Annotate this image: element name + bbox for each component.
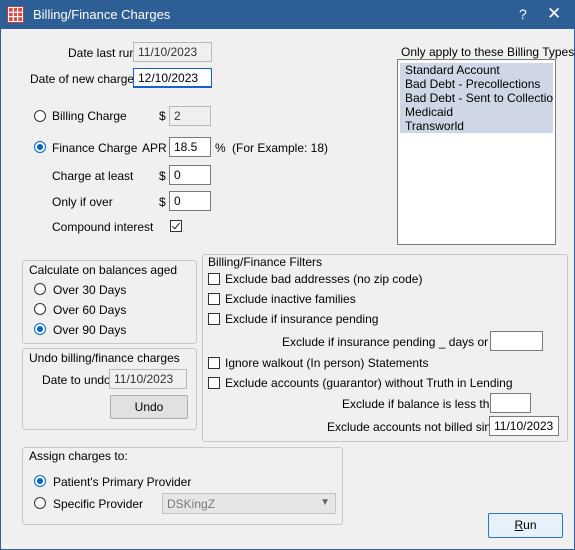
date-new-charges-label: Date of new charges — [30, 72, 141, 86]
only-if-over-label: Only if over — [52, 195, 113, 209]
exclude-not-billed-label: Exclude accounts not billed since — [327, 420, 504, 434]
run-button-label: un — [523, 518, 537, 532]
close-button[interactable]: ✕ — [547, 4, 561, 24]
aged-group-title: Calculate on balances aged — [29, 263, 178, 277]
over-90-days-label: Over 90 Days — [53, 323, 127, 337]
percent-label: % — [215, 141, 226, 155]
only-if-over-currency: $ — [159, 195, 166, 209]
apr-input[interactable]: 18.5 — [169, 137, 211, 157]
billing-charge-label: Billing Charge — [52, 109, 127, 123]
charge-at-least-currency: $ — [159, 169, 166, 183]
app-grid-icon — [7, 6, 24, 23]
chevron-down-icon: ▼ — [320, 497, 330, 508]
exclude-bad-addresses-label: Exclude bad addresses (no zip code) — [225, 272, 423, 286]
billing-type-item[interactable]: Medicaid — [400, 105, 553, 119]
exclude-inactive-checkbox[interactable] — [208, 293, 220, 305]
billing-type-item[interactable]: Transworld — [400, 119, 553, 133]
over-30-days-radio[interactable] — [34, 283, 46, 295]
exclude-not-billed-input[interactable]: 11/10/2023 — [489, 416, 559, 436]
charge-at-least-label: Charge at least — [52, 169, 134, 183]
billing-types-list[interactable]: Standard Account Bad Debt - Precollectio… — [397, 59, 556, 245]
title-bar: Billing/Finance Charges ? ✕ — [1, 1, 574, 29]
billing-type-item[interactable]: Bad Debt - Precollections — [400, 77, 553, 91]
exclude-no-til-label: Exclude accounts (guarantor) without Tru… — [225, 376, 513, 390]
finance-charge-radio[interactable] — [34, 141, 46, 153]
exclude-bad-addresses-checkbox[interactable] — [208, 273, 220, 285]
window-title: Billing/Finance Charges — [33, 7, 171, 22]
compound-interest-label: Compound interest — [52, 220, 154, 234]
run-button-accelerator: R — [514, 518, 524, 532]
billing-charge-amount: 2 — [169, 106, 211, 126]
provider-select-value: DSKingZ — [167, 497, 216, 511]
apr-label: APR — [142, 141, 167, 155]
over-60-days-label: Over 60 Days — [53, 303, 127, 317]
billing-finance-window: Billing/Finance Charges ? ✕ Date last ru… — [0, 0, 575, 550]
primary-provider-radio[interactable] — [34, 475, 46, 487]
over-90-days-radio[interactable] — [34, 323, 46, 335]
assign-group-title: Assign charges to: — [29, 449, 128, 463]
provider-select: DSKingZ ▼ — [162, 493, 336, 514]
billing-charge-radio[interactable] — [34, 110, 46, 122]
date-last-run-label: Date last run — [68, 46, 137, 60]
exclude-no-til-checkbox[interactable] — [208, 377, 220, 389]
over-30-days-label: Over 30 Days — [53, 283, 127, 297]
date-to-undo-label: Date to undo — [42, 373, 111, 387]
help-button[interactable]: ? — [519, 6, 527, 22]
date-new-charges-input[interactable]: 12/10/2023 — [133, 68, 212, 88]
over-60-days-radio[interactable] — [34, 303, 46, 315]
billing-type-item[interactable]: Bad Debt - Sent to Collections — [400, 91, 553, 105]
date-to-undo-field: 11/10/2023 — [109, 369, 187, 389]
charge-at-least-input[interactable]: 0 — [169, 165, 211, 185]
apr-example-label: (For Example: 18) — [232, 141, 329, 155]
filters-group-title: Billing/Finance Filters — [208, 255, 323, 269]
exclude-inactive-label: Exclude inactive families — [225, 292, 356, 306]
billing-type-item[interactable]: Standard Account — [400, 63, 553, 77]
undo-group-title: Undo billing/finance charges — [29, 351, 180, 365]
primary-provider-label: Patient's Primary Provider — [53, 475, 192, 489]
only-if-over-input[interactable]: 0 — [169, 191, 211, 211]
billing-types-label: Only apply to these Billing Types — [401, 45, 575, 59]
exclude-balance-label: Exclude if balance is less than — [342, 397, 503, 411]
compound-interest-checkbox[interactable] — [170, 220, 182, 232]
exclude-balance-input[interactable] — [490, 393, 531, 413]
finance-charge-label: Finance Charge — [52, 141, 138, 155]
date-last-run-field: 11/10/2023 — [133, 42, 212, 62]
ignore-walkout-label: Ignore walkout (In person) Statements — [225, 356, 429, 370]
specific-provider-radio[interactable] — [34, 497, 46, 509]
specific-provider-label: Specific Provider — [53, 497, 144, 511]
run-button[interactable]: Run — [488, 513, 563, 538]
exclude-insurance-pending-label: Exclude if insurance pending — [225, 312, 379, 326]
ignore-walkout-checkbox[interactable] — [208, 357, 220, 369]
exclude-insurance-pending-checkbox[interactable] — [208, 313, 220, 325]
exclude-insurance-days-label: Exclude if insurance pending _ days or l… — [282, 335, 513, 349]
billing-currency-symbol: $ — [159, 109, 166, 123]
exclude-insurance-days-input[interactable] — [490, 331, 543, 351]
undo-button[interactable]: Undo — [110, 395, 188, 419]
